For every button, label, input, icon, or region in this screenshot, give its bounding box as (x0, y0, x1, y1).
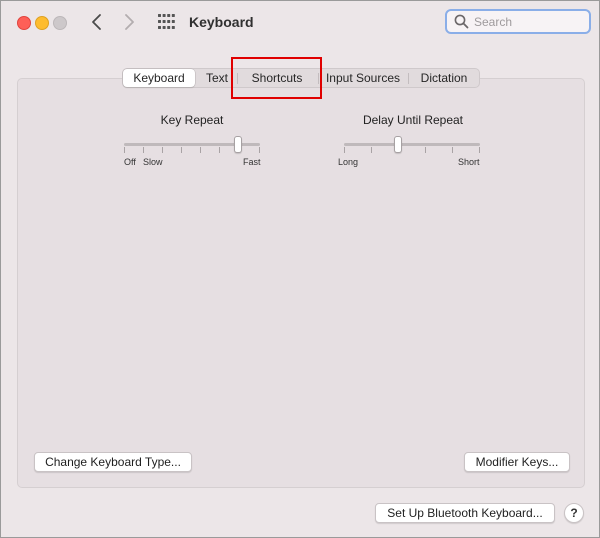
close-window-button[interactable] (17, 16, 31, 30)
delay-until-repeat-slider[interactable] (344, 135, 480, 155)
delay-until-repeat-knob[interactable] (394, 136, 402, 153)
delay-long-label: Long (338, 157, 359, 167)
tab-keyboard[interactable]: Keyboard (123, 69, 195, 87)
title-bar: Keyboard (1, 1, 599, 43)
key-repeat-title: Key Repeat (160, 113, 224, 127)
back-chevron-icon[interactable] (87, 12, 107, 32)
show-all-grid-icon[interactable] (158, 14, 175, 29)
setup-bluetooth-keyboard-button[interactable]: Set Up Bluetooth Keyboard... (375, 503, 555, 523)
delay-until-repeat-title: Delay Until Repeat (362, 113, 464, 127)
keyboard-preferences-window: Keyboard Key Repeat Off Slow Fast (0, 0, 600, 538)
key-repeat-off-label: Off (124, 157, 136, 167)
key-repeat-knob[interactable] (234, 136, 242, 153)
window-title: Keyboard (189, 14, 254, 30)
keyboard-settings-panel: Key Repeat Off Slow Fast Delay Until Rep… (17, 78, 585, 488)
shortcuts-tab-highlight (231, 57, 322, 99)
change-keyboard-type-button[interactable]: Change Keyboard Type... (34, 452, 192, 472)
search-input[interactable] (474, 14, 584, 30)
key-repeat-slider[interactable] (124, 135, 260, 155)
help-button[interactable]: ? (564, 503, 584, 523)
zoom-window-button[interactable] (53, 16, 67, 30)
search-field[interactable] (445, 9, 591, 34)
forward-chevron-icon[interactable] (119, 12, 139, 32)
key-repeat-fast-label: Fast (243, 157, 261, 167)
search-icon (454, 14, 469, 29)
tab-text[interactable]: Text (199, 69, 235, 87)
tab-input-sources[interactable]: Input Sources (321, 69, 405, 87)
tab-dictation[interactable]: Dictation (411, 69, 477, 87)
delay-short-label: Short (458, 157, 480, 167)
minimize-window-button[interactable] (35, 16, 49, 30)
modifier-keys-button[interactable]: Modifier Keys... (464, 452, 570, 472)
key-repeat-slow-label: Slow (143, 157, 163, 167)
